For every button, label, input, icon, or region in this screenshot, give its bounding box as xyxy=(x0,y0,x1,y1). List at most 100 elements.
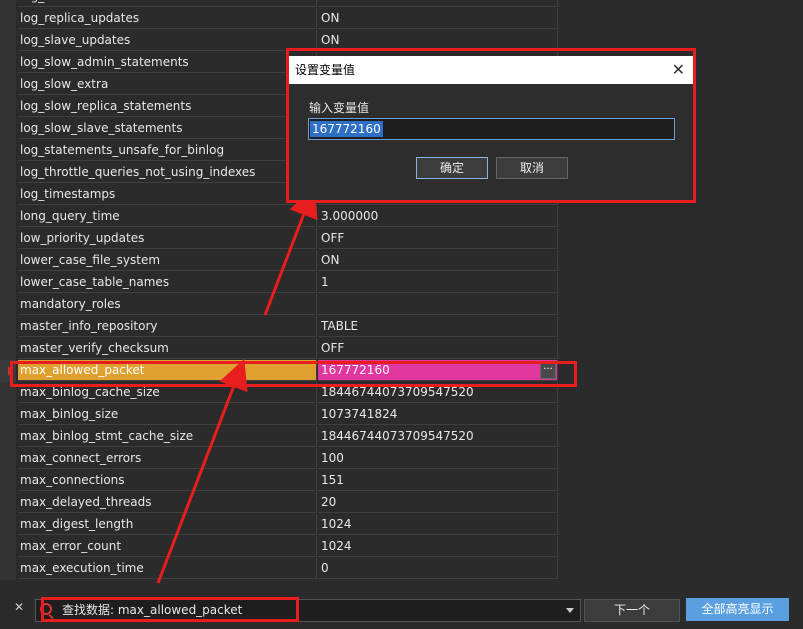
variable-name-cell[interactable]: max_execution_time xyxy=(18,558,317,579)
row-indicator[interactable] xyxy=(0,206,16,228)
variable-value-cell[interactable]: OFF xyxy=(318,0,558,7)
row-indicator[interactable] xyxy=(0,140,16,162)
table-row[interactable]: log_rawOFF xyxy=(0,0,558,8)
row-indicator[interactable] xyxy=(0,228,16,250)
row-indicator[interactable] xyxy=(0,492,16,514)
table-row[interactable]: max_execution_time 0 xyxy=(0,558,558,580)
row-indicator[interactable] xyxy=(0,514,16,536)
row-indicator[interactable] xyxy=(0,8,16,30)
row-indicator[interactable] xyxy=(0,184,16,206)
row-indicator[interactable] xyxy=(0,448,16,470)
table-row[interactable]: max_binlog_stmt_cache_size 18446744073709… xyxy=(0,426,558,448)
row-indicator[interactable] xyxy=(0,294,16,316)
variable-name-cell[interactable]: max_allowed_packet xyxy=(18,360,317,381)
row-indicator[interactable] xyxy=(0,360,16,382)
row-indicator[interactable] xyxy=(0,74,16,96)
row-indicator[interactable] xyxy=(0,382,16,404)
variable-value-cell[interactable]: 151 xyxy=(318,470,558,491)
row-indicator[interactable] xyxy=(0,316,16,338)
variable-name-cell[interactable]: max_connect_errors xyxy=(18,448,317,469)
edit-value-ellipsis-button[interactable]: ··· xyxy=(540,362,556,379)
variable-value-cell[interactable]: OFF xyxy=(318,228,558,249)
row-indicator[interactable] xyxy=(0,0,16,8)
variable-name-cell[interactable]: mandatory_roles xyxy=(18,294,317,315)
variable-name-cell[interactable]: log_slave_updates xyxy=(18,30,317,51)
variable-name-cell[interactable]: max_delayed_threads xyxy=(18,492,317,513)
variable-name-cell[interactable]: max_digest_length xyxy=(18,514,317,535)
variable-name-cell[interactable]: log_slow_extra xyxy=(18,74,317,95)
variable-value-cell[interactable] xyxy=(318,294,558,315)
variable-value-text[interactable]: 167772160 xyxy=(310,121,383,137)
row-indicator[interactable] xyxy=(0,426,16,448)
variable-value-input[interactable]: 167772160 xyxy=(308,118,675,140)
variable-name-cell[interactable]: master_info_repository xyxy=(18,316,317,337)
row-indicator[interactable] xyxy=(0,338,16,360)
table-row[interactable]: lower_case_table_names 1 xyxy=(0,272,558,294)
variable-value-cell[interactable]: 20 xyxy=(318,492,558,513)
row-indicator[interactable] xyxy=(0,52,16,74)
variable-name-cell[interactable]: lower_case_file_system xyxy=(18,250,317,271)
row-indicator[interactable] xyxy=(0,470,16,492)
variable-name-cell[interactable]: log_statements_unsafe_for_binlog xyxy=(18,140,317,161)
table-row[interactable]: log_replica_updates ON xyxy=(0,8,558,30)
find-input[interactable]: 查找数据: max_allowed_packet xyxy=(35,599,581,622)
variable-value-cell[interactable]: ON xyxy=(318,30,558,51)
variable-name-cell[interactable]: log_slow_replica_statements xyxy=(18,96,317,117)
variable-name-cell[interactable]: max_binlog_stmt_cache_size xyxy=(18,426,317,447)
table-row[interactable]: mandatory_roles xyxy=(0,294,558,316)
table-row[interactable]: max_binlog_size 1073741824 xyxy=(0,404,558,426)
close-find-icon[interactable]: ✕ xyxy=(14,600,24,614)
find-text[interactable]: 查找数据: max_allowed_packet xyxy=(62,600,242,621)
row-indicator[interactable] xyxy=(0,558,16,580)
table-row[interactable]: max_delayed_threads 20 xyxy=(0,492,558,514)
table-row[interactable]: low_priority_updates OFF xyxy=(0,228,558,250)
variable-name-cell[interactable]: low_priority_updates xyxy=(18,228,317,249)
chevron-down-icon[interactable] xyxy=(566,608,574,613)
row-indicator[interactable] xyxy=(0,272,16,294)
variable-value-cell[interactable]: 1024 xyxy=(318,514,558,535)
table-row[interactable]: log_slave_updates ON xyxy=(0,30,558,52)
table-row[interactable]: max_allowed_packet 167772160 ··· xyxy=(0,360,558,382)
row-indicator[interactable] xyxy=(0,118,16,140)
table-row[interactable]: max_connections 151 xyxy=(0,470,558,492)
table-row[interactable]: max_binlog_cache_size 1844674407370954752… xyxy=(0,382,558,404)
variable-name-cell[interactable]: long_query_time xyxy=(18,206,317,227)
ok-button[interactable]: 确定 xyxy=(416,157,488,179)
highlight-all-button[interactable]: 全部高亮显示 xyxy=(686,598,789,621)
variable-name-cell[interactable]: max_connections xyxy=(18,470,317,491)
variable-value-cell[interactable]: TABLE xyxy=(318,316,558,337)
variable-value-cell[interactable]: 1024 xyxy=(318,536,558,557)
variable-name-cell[interactable]: max_binlog_size xyxy=(18,404,317,425)
close-icon[interactable]: ✕ xyxy=(672,56,685,84)
table-row[interactable]: long_query_time 3.000000 xyxy=(0,206,558,228)
variable-name-cell[interactable]: log_slow_slave_statements xyxy=(18,118,317,139)
variable-name-cell[interactable]: max_error_count xyxy=(18,536,317,557)
row-indicator[interactable] xyxy=(0,536,16,558)
table-row[interactable]: max_connect_errors 100 xyxy=(0,448,558,470)
variable-name-cell[interactable]: log_throttle_queries_not_using_indexes xyxy=(18,162,317,183)
variable-name-cell[interactable]: log_raw xyxy=(18,0,317,7)
find-next-button[interactable]: 下一个 xyxy=(584,599,680,622)
table-row[interactable]: lower_case_file_system ON xyxy=(0,250,558,272)
variable-name-cell[interactable]: lower_case_table_names xyxy=(18,272,317,293)
row-indicator[interactable] xyxy=(0,30,16,52)
row-indicator[interactable] xyxy=(0,250,16,272)
variable-name-cell[interactable]: log_timestamps xyxy=(18,184,317,205)
row-indicator[interactable] xyxy=(0,404,16,426)
variable-value-cell[interactable]: OFF xyxy=(318,338,558,359)
variable-value-cell[interactable]: 18446744073709547520 xyxy=(318,426,558,447)
variable-name-cell[interactable]: log_slow_admin_statements xyxy=(18,52,317,73)
variable-name-cell[interactable]: max_binlog_cache_size xyxy=(18,382,317,403)
row-indicator[interactable] xyxy=(0,162,16,184)
table-row[interactable]: max_error_count 1024 xyxy=(0,536,558,558)
variable-value-cell[interactable]: 0 xyxy=(318,558,558,579)
variable-value-cell[interactable]: 100 xyxy=(318,448,558,469)
cancel-button[interactable]: 取消 xyxy=(496,157,568,179)
table-row[interactable]: master_verify_checksum OFF xyxy=(0,338,558,360)
variable-value-cell[interactable]: 3.000000 xyxy=(318,206,558,227)
row-indicator[interactable] xyxy=(0,96,16,118)
variable-value-cell[interactable]: 167772160 xyxy=(318,360,558,381)
variable-name-cell[interactable]: master_verify_checksum xyxy=(18,338,317,359)
variable-value-cell[interactable]: ON xyxy=(318,8,558,29)
variable-name-cell[interactable]: log_replica_updates xyxy=(18,8,317,29)
